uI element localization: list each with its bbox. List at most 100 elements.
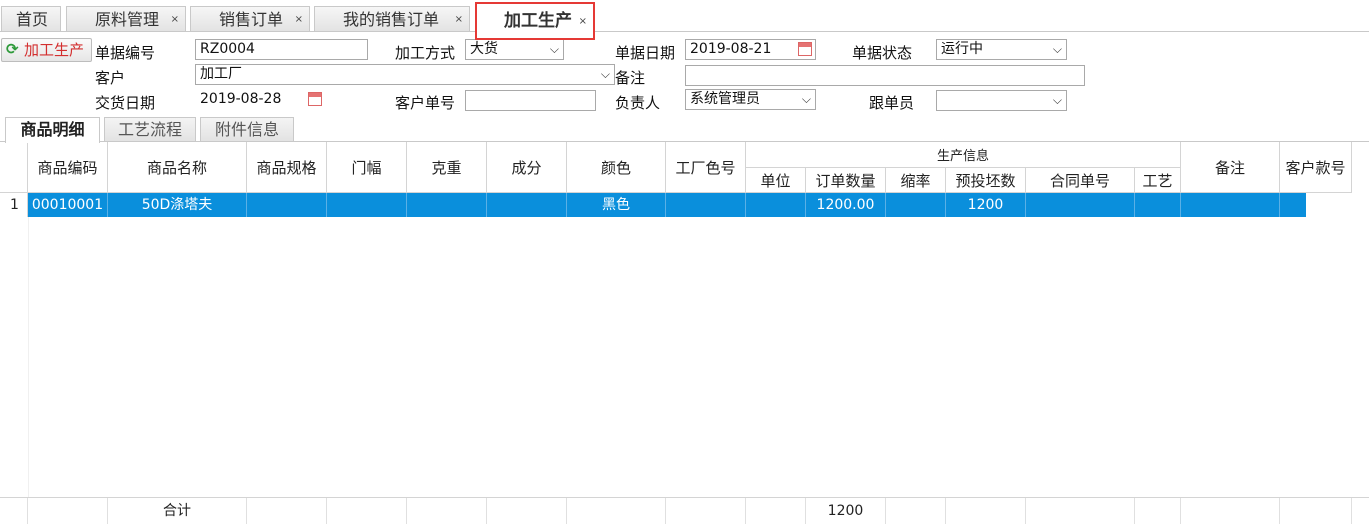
col-header-unit[interactable]: 单位 — [746, 168, 806, 193]
cell-shrink[interactable] — [886, 193, 946, 217]
tab-label: 工艺流程 — [117, 120, 182, 139]
summary-row: 合计 1200 — [0, 497, 1369, 524]
cell-factory-color[interactable] — [666, 193, 746, 217]
summary-cell — [1280, 498, 1352, 524]
customer-label: 客户 — [95, 69, 126, 87]
doc-date-label: 单据日期 — [615, 44, 676, 62]
owner-label: 负责人 — [615, 94, 661, 112]
row-number: 1 — [0, 193, 28, 217]
summary-cell — [1026, 498, 1135, 524]
cell-remark[interactable] — [1181, 193, 1280, 217]
chevron-down-icon: ⌵ — [1052, 93, 1062, 107]
doc-no-field[interactable]: RZ0004 — [195, 39, 368, 60]
cell-weight[interactable] — [407, 193, 487, 217]
col-group-production-info: 生产信息 — [746, 142, 1181, 168]
header-label: 生产信息 — [936, 149, 989, 164]
doc-no-label: 单据编号 — [95, 44, 156, 62]
header-label: 克重 — [431, 159, 462, 177]
delivery-date-field[interactable]: 2019-08-28 — [195, 89, 326, 110]
delivery-date-label: 交货日期 — [95, 94, 156, 112]
button-label: 加工生产 — [24, 41, 85, 59]
close-icon[interactable]: × — [455, 7, 463, 32]
col-header-weight[interactable]: 克重 — [407, 142, 487, 193]
row-number-header — [0, 142, 28, 193]
col-header-spec[interactable]: 商品规格 — [247, 142, 327, 193]
tab-label: 销售订单 — [219, 10, 284, 29]
cell-planned-blank[interactable]: 1200 — [946, 193, 1026, 217]
table-row[interactable]: 00010001 50D涤塔夫 黑色 1200.00 1200 — [28, 193, 1306, 217]
tab-process-flow[interactable]: 工艺流程 — [104, 117, 196, 142]
summary-cell — [407, 498, 487, 524]
process-method-label: 加工方式 — [395, 44, 456, 62]
col-header-order-qty[interactable]: 订单数量 — [806, 168, 886, 193]
remark-label: 备注 — [615, 69, 646, 87]
cell-order-qty[interactable]: 1200.00 — [806, 193, 886, 217]
refresh-icon: ⟳ — [6, 40, 19, 58]
col-header-contract-no[interactable]: 合同单号 — [1026, 168, 1135, 193]
close-icon[interactable]: × — [579, 5, 587, 39]
doc-no-value: RZ0004 — [200, 41, 255, 57]
cell-color[interactable]: 黑色 — [567, 193, 666, 217]
close-icon[interactable]: × — [295, 7, 303, 32]
tab-label: 加工生产 — [504, 11, 572, 31]
calendar-icon[interactable] — [798, 42, 812, 56]
processing-production-button[interactable]: ⟳ 加工生产 — [1, 38, 92, 62]
col-header-width[interactable]: 门幅 — [327, 142, 407, 193]
remark-field[interactable] — [685, 65, 1085, 86]
process-method-select[interactable]: 大货 ⌵ — [465, 39, 564, 60]
header-label: 工厂色号 — [675, 159, 736, 177]
chevron-down-icon: ⌵ — [549, 42, 559, 56]
doc-status-select[interactable]: 运行中 ⌵ — [936, 39, 1067, 60]
cell-unit[interactable] — [746, 193, 806, 217]
col-header-factory-color[interactable]: 工厂色号 — [666, 142, 746, 193]
cell-spec[interactable] — [247, 193, 327, 217]
follower-select[interactable]: ⌵ — [936, 90, 1067, 111]
summary-cell — [247, 498, 327, 524]
tab-processing-production[interactable]: 加工生产 × — [475, 2, 595, 40]
tab-raw-materials[interactable]: 原料管理 × — [66, 6, 186, 31]
tab-home[interactable]: 首页 — [1, 6, 61, 31]
col-header-code[interactable]: 商品编码 — [28, 142, 108, 193]
summary-cell — [886, 498, 946, 524]
col-header-composition[interactable]: 成分 — [487, 142, 567, 193]
tab-my-sales-orders[interactable]: 我的销售订单 × — [314, 6, 470, 31]
customer-order-field[interactable] — [465, 90, 596, 111]
doc-status-label: 单据状态 — [852, 44, 913, 62]
product-detail-grid: 商品编码 商品名称 商品规格 门幅 克重 成分 颜色 工厂色号 生产信息 单位 … — [0, 142, 1369, 529]
header-label: 客户款号 — [1285, 158, 1346, 177]
close-icon[interactable]: × — [171, 7, 179, 32]
cell-craft[interactable] — [1135, 193, 1181, 217]
col-header-shrink[interactable]: 缩率 — [886, 168, 946, 193]
summary-cell — [1181, 498, 1280, 524]
col-header-planned-blank[interactable]: 预投坯数 — [946, 168, 1026, 193]
owner-value: 系统管理员 — [690, 91, 760, 107]
col-header-color[interactable]: 颜色 — [567, 142, 666, 193]
col-header-name[interactable]: 商品名称 — [108, 142, 247, 193]
header-label: 工艺 — [1142, 171, 1173, 190]
summary-cell — [487, 498, 567, 524]
header-label: 预投坯数 — [955, 171, 1016, 190]
header-label: 商品编码 — [37, 159, 98, 177]
tab-attachments[interactable]: 附件信息 — [200, 117, 294, 142]
header-label: 缩率 — [900, 171, 931, 190]
col-header-remark[interactable]: 备注 — [1181, 142, 1280, 193]
tab-product-details[interactable]: 商品明细 — [5, 117, 100, 143]
doc-date-field[interactable]: 2019-08-21 — [685, 39, 816, 60]
cell-composition[interactable] — [487, 193, 567, 217]
owner-select[interactable]: 系统管理员 ⌵ — [685, 89, 816, 110]
cell-width[interactable] — [327, 193, 407, 217]
cell-contract-no[interactable] — [1026, 193, 1135, 217]
calendar-icon[interactable] — [308, 92, 322, 106]
header-label: 颜色 — [600, 159, 631, 177]
cell-code[interactable]: 00010001 — [28, 193, 108, 217]
doc-date-value: 2019-08-21 — [690, 41, 772, 57]
tab-bar: 首页 原料管理 × 销售订单 × 我的销售订单 × 加工生产 × — [0, 0, 1369, 40]
customer-select[interactable]: 加工厂 ⌵ — [195, 64, 615, 85]
col-header-customer-style[interactable]: 客户款号 — [1280, 142, 1352, 193]
col-header-craft[interactable]: 工艺 — [1135, 168, 1181, 193]
summary-cell — [567, 498, 666, 524]
tab-sales-orders[interactable]: 销售订单 × — [190, 6, 310, 31]
cell-name[interactable]: 50D涤塔夫 — [108, 193, 247, 217]
chevron-down-icon: ⌵ — [801, 92, 811, 106]
cell-customer-style[interactable] — [1280, 193, 1306, 217]
